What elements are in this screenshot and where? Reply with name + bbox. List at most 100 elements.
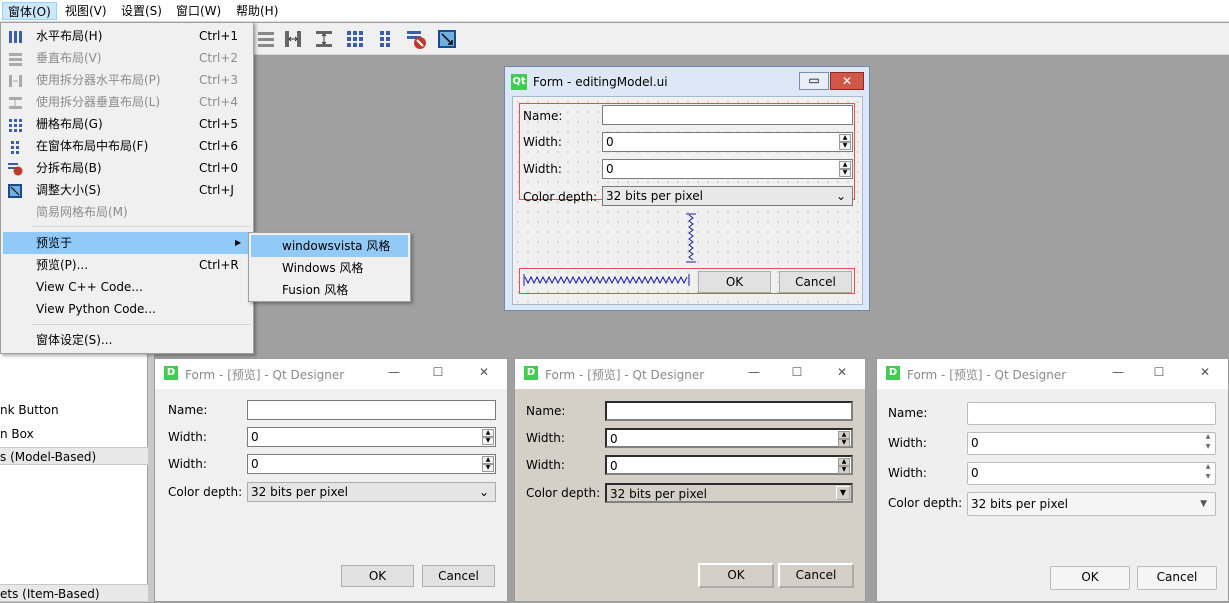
minimize-button[interactable]: ▭ xyxy=(799,72,829,90)
menu-item-splitter-horizontal[interactable]: 使用拆分器水平布局(P) Ctrl+3 xyxy=(3,69,251,91)
menu-item-horizontal-layout[interactable]: 水平布局(H) Ctrl+1 xyxy=(3,25,251,47)
color-depth-combobox[interactable]: 32 bits per pixel ▼ xyxy=(605,483,853,503)
menu-view[interactable]: 视图(V) xyxy=(60,2,112,20)
name-input[interactable] xyxy=(605,401,853,421)
menu-window[interactable]: 窗口(W) xyxy=(171,2,226,20)
minimize-icon[interactable]: — xyxy=(1111,365,1125,379)
menu-item-label: 使用拆分器垂直布局(L) xyxy=(36,95,161,109)
widget-category[interactable]: ets (Item-Based) xyxy=(0,584,148,602)
vertical-spacer-icon[interactable] xyxy=(685,213,697,263)
spin-arrows-icon[interactable]: ▲ ▼ xyxy=(482,456,494,472)
name-input[interactable] xyxy=(967,402,1216,425)
spin-arrows-icon[interactable]: ▲ ▼ xyxy=(1202,434,1214,453)
spin-arrows-icon[interactable]: ▲ ▼ xyxy=(482,429,494,445)
menu-item-shortcut: Ctrl+1 xyxy=(199,29,239,43)
splitter-horizontal-icon[interactable] xyxy=(282,28,304,50)
submenu-item-windows[interactable]: Windows 风格 xyxy=(251,257,408,279)
menu-item-adjust-size[interactable]: 调整大小(S) Ctrl+J xyxy=(3,179,251,201)
close-icon[interactable]: ✕ xyxy=(835,365,849,379)
menu-help[interactable]: 帮助(H) xyxy=(231,2,283,20)
width-spinbox[interactable]: 0 ▲ ▼ xyxy=(967,462,1216,485)
break-layout-icon[interactable] xyxy=(405,28,427,50)
width-spinbox[interactable]: 0 ▲ ▼ xyxy=(605,428,853,448)
menu-item-view-python-code[interactable]: View Python Code... xyxy=(3,298,251,320)
menu-item-label: 预览(P)... xyxy=(36,258,89,272)
width-spinbox[interactable]: 0 ▲ ▼ xyxy=(602,132,853,152)
close-icon[interactable]: ✕ xyxy=(477,365,491,379)
minimize-icon[interactable]: — xyxy=(387,365,401,379)
color-depth-combobox[interactable]: 32 bits per pixel ▼ xyxy=(967,492,1216,516)
menu-form[interactable]: 窗体(O) xyxy=(2,2,57,20)
preview-titlebar: D Form - [预览] - Qt Designer — ☐ ✕ xyxy=(877,359,1228,389)
horizontal-spacer-icon[interactable] xyxy=(523,273,690,287)
menu-item-label: 分拆布局(B) xyxy=(36,161,102,175)
minimize-icon[interactable]: — xyxy=(747,365,761,379)
grid-layout-icon[interactable] xyxy=(344,28,366,50)
close-button[interactable]: ✕ xyxy=(830,72,864,90)
spin-arrows-icon[interactable]: ▲ ▼ xyxy=(838,431,850,447)
dropdown-arrow-icon[interactable]: ▼ xyxy=(836,486,850,500)
spin-arrows-icon[interactable]: ▲ ▼ xyxy=(839,134,851,150)
horizontal-layout-icon xyxy=(8,29,23,43)
maximize-icon[interactable]: ☐ xyxy=(790,365,804,379)
splitter-vertical-icon[interactable] xyxy=(313,28,335,50)
vertical-layout-icon[interactable] xyxy=(255,28,277,50)
menu-item-form-layout[interactable]: 在窗体布局中布局(F) Ctrl+6 xyxy=(3,135,251,157)
width-label: Width: xyxy=(168,457,207,471)
submenu-item-fusion[interactable]: Fusion 风格 xyxy=(251,279,408,301)
cancel-button[interactable]: Cancel xyxy=(1137,566,1217,590)
ok-button[interactable]: OK xyxy=(698,563,774,588)
menu-item-view-cpp-code[interactable]: View C++ Code... xyxy=(3,276,251,298)
ok-button[interactable]: OK xyxy=(341,565,414,587)
color-depth-value: 32 bits per pixel xyxy=(606,189,703,203)
width-value: 0 xyxy=(606,162,614,176)
menu-item-grid-layout[interactable]: 栅格布局(G) Ctrl+5 xyxy=(3,113,251,135)
color-depth-combobox[interactable]: 32 bits per pixel ⌄ xyxy=(602,186,853,206)
designer-app-icon: D xyxy=(524,366,538,380)
spin-arrows-icon[interactable]: ▲ ▼ xyxy=(1202,464,1214,483)
widget-category[interactable]: s (Model-Based) xyxy=(0,447,148,465)
ok-button[interactable]: OK xyxy=(1050,566,1130,590)
preview-title: Form - [预览] - Qt Designer xyxy=(907,368,1067,382)
designer-app-icon: D xyxy=(164,366,178,380)
maximize-icon[interactable]: ☐ xyxy=(431,365,445,379)
width-spinbox[interactable]: 0 ▲ ▼ xyxy=(247,427,496,447)
menu-item-preview[interactable]: 预览(P)... Ctrl+R xyxy=(3,254,251,276)
widget-item[interactable]: n Box xyxy=(0,425,148,443)
adjust-size-icon[interactable] xyxy=(436,28,458,50)
widget-item[interactable]: nk Button xyxy=(0,401,148,419)
form-layout-icon[interactable] xyxy=(375,28,397,50)
width-spinbox[interactable]: 0 ▲ ▼ xyxy=(602,159,853,179)
menu-settings[interactable]: 设置(S) xyxy=(116,2,167,20)
cancel-button[interactable]: Cancel xyxy=(422,565,495,587)
menu-item-form-settings[interactable]: 窗体设定(S)... xyxy=(3,329,251,351)
menu-item-splitter-vertical[interactable]: 使用拆分器垂直布局(L) Ctrl+4 xyxy=(3,91,251,113)
width-label: Width: xyxy=(168,430,207,444)
ok-button[interactable]: OK xyxy=(698,271,771,293)
name-input[interactable] xyxy=(602,105,853,125)
menu-item-label: 栅格布局(G) xyxy=(36,117,103,131)
menu-item-preview-in[interactable]: 预览于 ▶ xyxy=(3,232,251,254)
maximize-icon[interactable]: ☐ xyxy=(1152,365,1166,379)
spin-arrows-icon[interactable]: ▲ ▼ xyxy=(838,458,850,474)
cancel-button[interactable]: Cancel xyxy=(778,563,854,588)
menu-item-label: View Python Code... xyxy=(36,302,156,316)
color-depth-combobox[interactable]: 32 bits per pixel ⌄ xyxy=(247,482,496,502)
spin-arrows-icon[interactable]: ▲ ▼ xyxy=(839,161,851,177)
width-label: Width: xyxy=(888,436,927,450)
submenu-item-windowsvista[interactable]: windowsvista 风格 xyxy=(251,235,408,257)
cancel-button[interactable]: Cancel xyxy=(779,271,852,293)
width-spinbox[interactable]: 0 ▲ ▼ xyxy=(247,454,496,474)
menu-item-vertical-layout[interactable]: 垂直布局(V) Ctrl+2 xyxy=(3,47,251,69)
name-input[interactable] xyxy=(247,400,496,420)
close-icon[interactable]: ✕ xyxy=(1198,365,1212,379)
width-spinbox[interactable]: 0 ▲ ▼ xyxy=(967,432,1216,455)
menu-item-break-layout[interactable]: 分拆布局(B) Ctrl+0 xyxy=(3,157,251,179)
menu-item-simplify-grid[interactable]: 简易网格布局(M) xyxy=(3,201,251,223)
widget-box-panel: nk Button n Box s (Model-Based) ets (Ite… xyxy=(0,354,148,602)
width-spinbox[interactable]: 0 ▲ ▼ xyxy=(605,455,853,475)
menu-item-label: 预览于 xyxy=(36,236,73,250)
preview-style-submenu: windowsvista 风格 Windows 风格 Fusion 风格 xyxy=(248,232,411,302)
width-label: Width: xyxy=(526,458,565,472)
menu-separator xyxy=(31,324,251,325)
